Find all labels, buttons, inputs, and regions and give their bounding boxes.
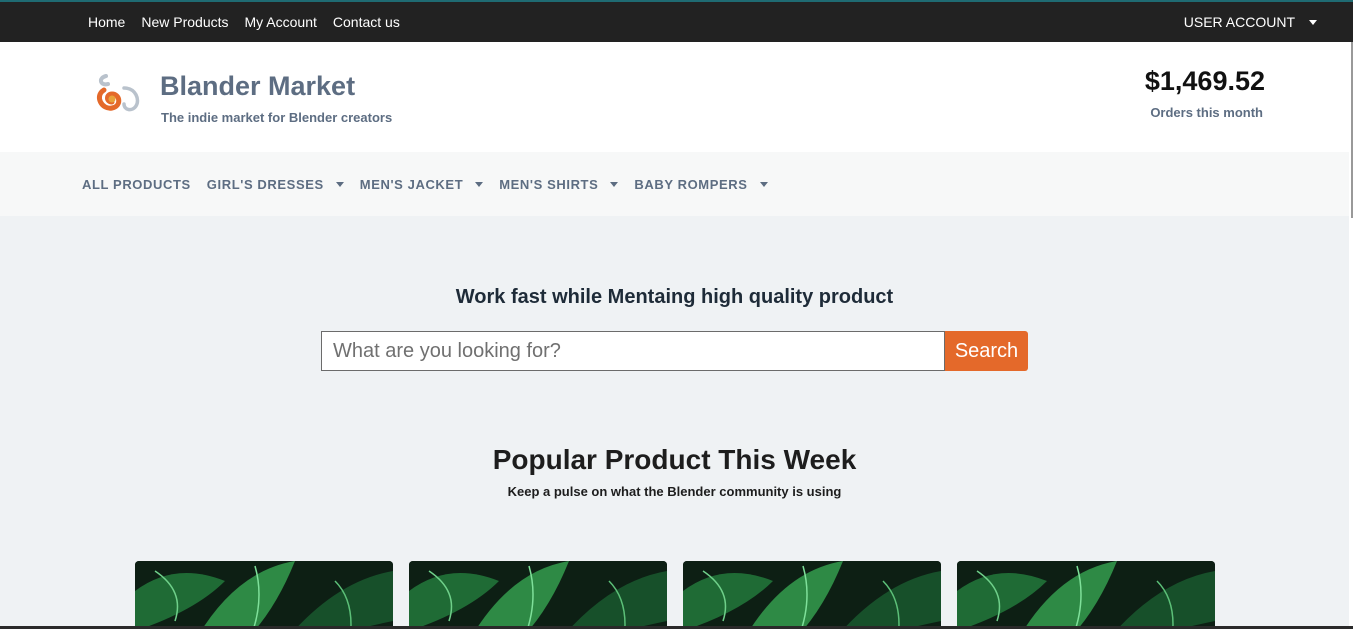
product-image [683, 561, 941, 629]
orders-total: $1,469.52 [1144, 66, 1265, 96]
category-label: BABY ROMPERS [634, 176, 748, 192]
caret-down-icon [475, 181, 484, 187]
nav-home-link[interactable]: Home [80, 14, 133, 30]
category-label: MEN'S JACKET [359, 176, 464, 192]
hero-title: Work fast while Mentaing high quality pr… [455, 286, 894, 308]
search-form: Search [321, 331, 1028, 371]
product-image [957, 561, 1215, 629]
search-input[interactable] [321, 331, 945, 371]
popular-title: Popular Product This Week [492, 444, 857, 475]
category-girls-dresses[interactable]: GIRL'S DRESSES [199, 177, 352, 192]
site-header: Blander Market The indie market for Blen… [0, 42, 1349, 152]
product-image [135, 561, 393, 629]
brand-tagline: The indie market for Blender creators [161, 110, 393, 125]
nav-contact-link[interactable]: Contact us [325, 14, 408, 30]
product-card[interactable] [683, 561, 941, 629]
caret-down-icon [335, 181, 344, 187]
caret-down-icon [1309, 19, 1317, 25]
product-card[interactable] [957, 561, 1215, 629]
category-mens-shirts[interactable]: MEN'S SHIRTS [491, 177, 626, 192]
caret-down-icon [610, 181, 619, 187]
category-nav: ALL PRODUCTS GIRL'S DRESSES MEN'S JACKET… [0, 152, 1349, 216]
category-label: GIRL'S DRESSES [206, 176, 324, 192]
top-bar: Home New Products My Account Contact us … [0, 0, 1353, 42]
top-nav: Home New Products My Account Contact us [80, 2, 408, 42]
search-button[interactable]: Search [945, 331, 1028, 371]
category-baby-rompers[interactable]: BABY ROMPERS [626, 177, 775, 192]
caret-down-icon [759, 181, 768, 187]
category-label: MEN'S SHIRTS [499, 176, 599, 192]
product-card[interactable] [409, 561, 667, 629]
nav-new-products-link[interactable]: New Products [133, 14, 236, 30]
user-account-dropdown[interactable]: USER ACCOUNT [1184, 2, 1317, 42]
category-mens-jacket[interactable]: MEN'S JACKET [352, 177, 491, 192]
brand-name[interactable]: Blander Market [160, 71, 355, 102]
orders-label: Orders this month [1150, 105, 1263, 120]
nav-my-account-link[interactable]: My Account [237, 14, 325, 30]
user-account-label: USER ACCOUNT [1183, 14, 1295, 30]
logo-icon[interactable] [96, 70, 142, 116]
product-cards [135, 561, 1215, 629]
popular-subtitle: Keep a pulse on what the Blender communi… [507, 484, 842, 499]
category-label: ALL PRODUCTS [82, 176, 191, 192]
product-card[interactable] [135, 561, 393, 629]
product-image [409, 561, 667, 629]
category-all-products[interactable]: ALL PRODUCTS [74, 177, 199, 192]
